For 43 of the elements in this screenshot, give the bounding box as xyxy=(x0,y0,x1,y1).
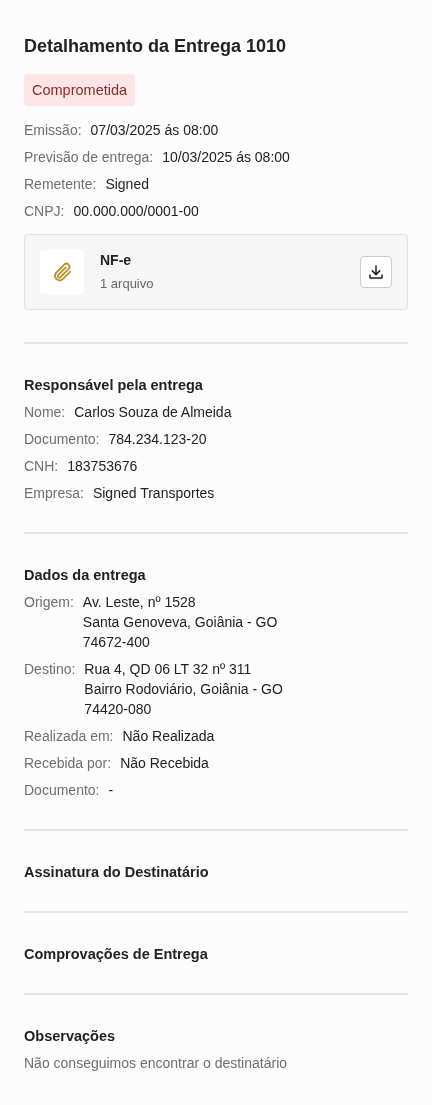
section-title: Responsável pela entrega xyxy=(24,376,204,395)
attachment-name: NF-e xyxy=(100,251,133,271)
field-value: Signed Transportes xyxy=(92,484,215,503)
field-value: Santa Genoveva, Goiânia - GO xyxy=(82,613,278,632)
field-value: Av. Leste, nº 1528 xyxy=(82,593,197,612)
field-value: 07/03/2025 ás 08:00 xyxy=(90,121,219,140)
field-label: Empresa: xyxy=(24,484,84,503)
status-badge: Comprometida xyxy=(24,74,136,106)
field-label: Emissão: xyxy=(24,121,82,140)
paperclip-icon xyxy=(51,261,73,283)
field-label: CNPJ: xyxy=(24,202,65,221)
file-count: 1 arquivo xyxy=(100,275,155,294)
field-value: 74672-400 xyxy=(82,633,151,652)
download-icon xyxy=(367,263,385,281)
field-value: Signed xyxy=(105,175,149,194)
note-text: Não conseguimos encontrar o destinatário xyxy=(24,1054,289,1073)
field-value: Carlos Souza de Almeida xyxy=(74,403,232,422)
field-value: - xyxy=(108,781,114,800)
field-label: Documento: xyxy=(24,781,100,800)
field-value: Não Recebida xyxy=(120,754,209,773)
field-value: 183753676 xyxy=(67,457,138,476)
page-title: Detalhamento da Entrega 1010 xyxy=(24,35,288,58)
field-label: Recebida por: xyxy=(24,754,112,773)
field-value: Rua 4, QD 06 LT 32 nº 311 xyxy=(84,660,253,679)
field-value: 74420-080 xyxy=(84,700,153,719)
field-value: 784.234.123-20 xyxy=(108,430,207,449)
field-label: Destino: xyxy=(24,660,76,679)
section-title: Assinatura do Destinatário xyxy=(24,863,210,882)
field-label: Nome: xyxy=(24,403,66,422)
field-label: Origem: xyxy=(24,593,74,612)
field-label: Remetente: xyxy=(24,175,97,194)
section-title: Observações xyxy=(24,1027,117,1046)
field-value: Não Realizada xyxy=(122,727,215,746)
field-value: 10/03/2025 ás 08:00 xyxy=(162,148,290,167)
field-label: Previsão de entrega: xyxy=(24,148,154,167)
field-label: Documento: xyxy=(24,430,100,449)
field-label: CNH: xyxy=(24,457,59,476)
field-value: Bairro Rodoviário, Goiânia - GO xyxy=(84,680,283,699)
section-title: Comprovações de Entrega xyxy=(24,945,209,964)
field-value: 00.000.000/0001-00 xyxy=(73,202,199,221)
section-title: Dados da entrega xyxy=(24,566,147,585)
download-button[interactable] xyxy=(360,256,392,288)
field-label: Realizada em: xyxy=(24,727,114,746)
